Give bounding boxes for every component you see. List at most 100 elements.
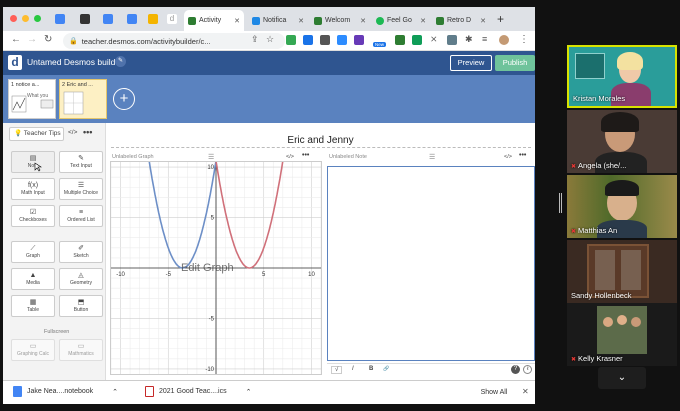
edit-title-pencil-icon[interactable]: ✎ <box>115 56 126 67</box>
mute-icon[interactable]: ⨯ <box>430 34 438 45</box>
note-editor[interactable] <box>327 166 535 361</box>
teacher-tips-button[interactable]: 💡 Teacher Tips <box>9 127 64 141</box>
graph-component[interactable]: -10 -5 5 10 10 5 -5 -10 Edit Graph <box>110 154 322 375</box>
menu-icon[interactable]: ⋮ <box>519 34 529 45</box>
tab-label: Activity <box>199 17 222 24</box>
italic-button[interactable]: I <box>352 366 354 372</box>
star-icon[interactable]: ☆ <box>266 34 274 45</box>
maximize-window-button[interactable] <box>34 15 41 22</box>
extension-5-icon[interactable] <box>354 35 364 45</box>
graph-panel-title[interactable]: Unlabeled Graph <box>112 154 154 160</box>
reload-icon[interactable]: ↻ <box>44 34 52 45</box>
tab-pen[interactable] <box>80 14 90 24</box>
video-tile-angela[interactable]: ✖ Angela (she/... <box>567 110 677 173</box>
tab-desmos[interactable]: d <box>167 14 177 24</box>
component-button[interactable]: ⬒ Button <box>59 295 103 317</box>
desmos-logo[interactable]: d <box>8 55 22 70</box>
share-icon[interactable]: ⇪ <box>251 34 259 45</box>
component-ordered-list[interactable]: ≡ Ordered List <box>59 205 103 227</box>
component-label: Button <box>73 307 89 313</box>
download-item-ics[interactable]: 2021 Good Teac....ics ⌃ <box>145 386 251 397</box>
show-all-button[interactable]: Show All <box>473 385 515 400</box>
extension-6-icon[interactable] <box>395 35 405 45</box>
screen-card-1[interactable]: 1 notice a... What you <box>8 79 56 119</box>
close-tab-icon[interactable]: ✕ <box>234 17 240 25</box>
extension-7-icon[interactable] <box>447 35 457 45</box>
component-multiple-choice[interactable]: ☰ Multiple Choice <box>59 178 103 200</box>
screen-title[interactable]: Eric and Jenny <box>106 135 535 146</box>
tab-slides[interactable] <box>148 14 158 24</box>
extension-4-icon[interactable] <box>337 35 347 45</box>
component-math-input[interactable]: f(x) Math Input <box>11 178 55 200</box>
back-arrow-icon[interactable]: ← <box>11 34 21 45</box>
video-tile-matthias[interactable]: ✖ Matthias An <box>567 175 677 238</box>
sheets-extension-icon[interactable] <box>412 35 422 45</box>
text-input-icon: ✎ <box>78 155 84 162</box>
component-mathmatics[interactable]: ▭ Mathmatics <box>59 339 103 361</box>
minimize-window-button[interactable] <box>22 15 29 22</box>
tab-activity[interactable]: Activity ✕ <box>184 10 244 31</box>
component-text-input[interactable]: ✎ Text Input <box>59 151 103 173</box>
close-tab-icon[interactable]: ✕ <box>480 17 486 25</box>
component-table[interactable]: ▦ Table <box>11 295 55 317</box>
forward-arrow-icon[interactable]: → <box>27 34 37 45</box>
note-code-icon[interactable]: </> <box>504 154 512 160</box>
component-graph[interactable]: ⟋ Graph <box>11 241 55 263</box>
drag-handle-icon[interactable]: ☰ <box>208 153 214 161</box>
close-tab-icon[interactable]: ✕ <box>360 17 366 25</box>
list-icon[interactable]: ≡ <box>482 34 487 44</box>
link-button[interactable]: 🔗 <box>383 366 389 372</box>
code-icon[interactable]: </> <box>68 129 77 136</box>
bold-button[interactable]: B <box>369 366 373 372</box>
tab-welcome[interactable]: Welcom ✕ <box>310 10 370 31</box>
activity-title[interactable]: Untamed Desmos build <box>27 57 115 67</box>
download-item-notebook[interactable]: Jake Nea....notebook ⌃ <box>13 386 118 397</box>
new-tab-button[interactable]: + <box>497 12 504 26</box>
component-graphing-calc[interactable]: ▭ Graphing Calc <box>11 339 55 361</box>
component-checkboxes[interactable]: ☑ Checkboxes <box>11 205 55 227</box>
add-screen-button[interactable]: + <box>113 88 135 110</box>
note-panel-title[interactable]: Unlabeled Note <box>329 154 367 160</box>
screen-card-2[interactable]: 2 Eric and ... <box>59 79 107 119</box>
preview-button[interactable]: Preview <box>450 55 492 71</box>
video-tile-sandy[interactable]: Sandy Hollenbeck <box>567 240 677 303</box>
puzzle-icon[interactable]: ✱ <box>465 34 473 45</box>
publish-button[interactable]: Publish <box>495 55 535 71</box>
tab-docs-1[interactable] <box>55 14 65 24</box>
close-tab-icon[interactable]: ✕ <box>420 17 426 25</box>
video-tile-kristan[interactable]: Kristan Morales <box>567 45 677 108</box>
edit-graph-overlay[interactable]: Edit Graph <box>181 262 234 274</box>
graph-more-icon[interactable]: ••• <box>302 152 309 159</box>
extension-3-icon[interactable] <box>320 35 330 45</box>
language-icon[interactable]: ℓ <box>523 365 532 374</box>
tab-retro[interactable]: Retro D ✕ <box>432 10 490 31</box>
close-tab-icon[interactable]: ✕ <box>298 17 304 25</box>
math-insert-button[interactable]: √ <box>331 366 343 374</box>
desmos-header: d Untamed Desmos build ✎ Preview Publish <box>3 51 535 75</box>
graph-code-icon[interactable]: </> <box>286 154 294 160</box>
component-note[interactable]: ▤ Note <box>11 151 55 173</box>
extension-1-icon[interactable] <box>286 35 296 45</box>
close-window-button[interactable] <box>10 15 17 22</box>
video-tile-kelly[interactable]: ✖ Kelly Krasner <box>567 303 677 366</box>
extension-2-icon[interactable] <box>303 35 313 45</box>
component-geometry[interactable]: ◬ Geometry <box>59 268 103 290</box>
help-icon[interactable]: ? <box>511 365 520 374</box>
note-more-icon[interactable]: ••• <box>519 152 526 159</box>
chevron-up-icon[interactable]: ⌃ <box>246 388 252 396</box>
screen-card-label: 2 Eric and ... <box>62 82 93 88</box>
component-media[interactable]: ▲ Media <box>11 268 55 290</box>
close-download-bar-icon[interactable]: ✕ <box>522 387 529 396</box>
chevron-down-icon[interactable]: ⌄ <box>598 367 646 389</box>
tab-docs-2[interactable] <box>103 14 113 24</box>
profile-avatar[interactable] <box>499 35 509 45</box>
panel-resize-handle[interactable] <box>559 193 562 213</box>
component-sketch[interactable]: ✐ Sketch <box>59 241 103 263</box>
tab-feel-good[interactable]: Feel Go ✕ <box>372 10 430 31</box>
tab-docs-3[interactable] <box>127 14 137 24</box>
chevron-up-icon[interactable]: ⌃ <box>112 388 118 396</box>
tab-notifications[interactable]: Notifica ✕ <box>248 10 308 31</box>
math-input-icon: f(x) <box>27 182 39 189</box>
drag-handle-icon[interactable]: ☰ <box>429 153 435 161</box>
more-options-icon[interactable]: ••• <box>83 127 92 137</box>
